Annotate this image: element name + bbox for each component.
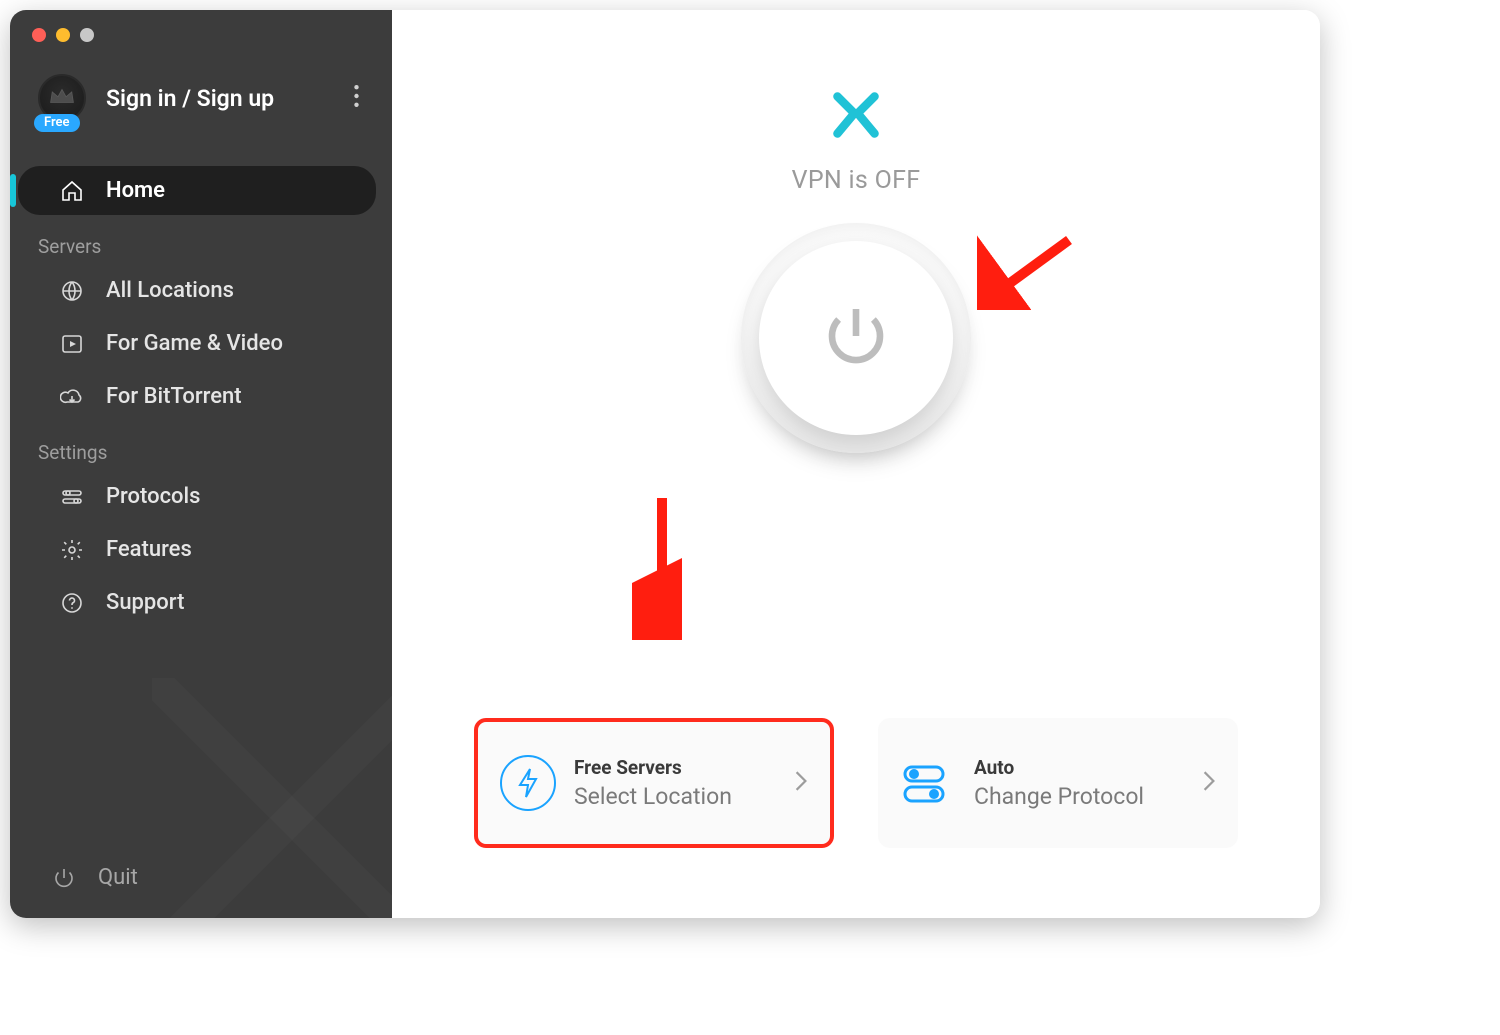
sidebar-nav: Home Servers All Locations For Game & Vi…	[10, 164, 392, 629]
power-icon	[50, 866, 78, 890]
annotation-arrow-icon	[977, 232, 1077, 310]
home-icon	[58, 179, 86, 203]
maximize-window-button[interactable]	[80, 28, 94, 42]
sliders-icon	[58, 485, 86, 509]
sidebar-item-features[interactable]: Features	[18, 525, 376, 574]
sidebar-item-label: Home	[106, 178, 165, 203]
close-window-button[interactable]	[32, 28, 46, 42]
servers-card-title: Free Servers	[574, 756, 788, 779]
toggles-icon	[900, 755, 956, 811]
protocol-card-subtitle: Change Protocol	[974, 783, 1196, 810]
main-panel: VPN is OFF	[392, 10, 1320, 918]
servers-section-label: Servers	[10, 217, 392, 264]
sidebar-item-label: Features	[106, 537, 192, 562]
select-location-card[interactable]: Free Servers Select Location	[474, 718, 834, 848]
power-button-wrap	[741, 223, 971, 453]
chevron-right-icon	[794, 770, 808, 796]
free-badge: Free	[34, 114, 80, 132]
servers-card-subtitle: Select Location	[574, 783, 788, 810]
sidebar-item-label: All Locations	[106, 278, 234, 303]
chevron-right-icon	[1202, 770, 1216, 796]
app-window: Free Sign in / Sign up Home Servers	[10, 10, 1320, 918]
power-toggle-button[interactable]	[759, 241, 953, 435]
power-icon	[820, 300, 892, 376]
window-controls	[10, 10, 392, 52]
bolt-icon	[500, 755, 556, 811]
sidebar-item-all-locations[interactable]: All Locations	[18, 266, 376, 315]
kebab-icon	[354, 85, 359, 112]
quit-button[interactable]: Quit	[10, 849, 392, 918]
settings-section-label: Settings	[10, 423, 392, 470]
gear-icon	[58, 538, 86, 562]
sidebar-item-protocols[interactable]: Protocols	[18, 472, 376, 521]
more-menu-button[interactable]	[340, 82, 372, 114]
quit-label: Quit	[98, 865, 138, 890]
vpn-status-text: VPN is OFF	[792, 166, 921, 195]
sidebar-item-label: Protocols	[106, 484, 200, 509]
change-protocol-card[interactable]: Auto Change Protocol	[878, 718, 1238, 848]
annotation-arrow-icon	[632, 490, 692, 640]
help-icon	[58, 591, 86, 615]
account-row[interactable]: Free Sign in / Sign up	[10, 52, 392, 134]
sidebar-item-label: For BitTorrent	[106, 384, 242, 409]
app-logo-icon	[829, 88, 883, 142]
sidebar-item-label: For Game & Video	[106, 331, 283, 356]
sidebar-item-home[interactable]: Home	[18, 166, 376, 215]
crown-icon	[49, 86, 75, 110]
sidebar-item-game-video[interactable]: For Game & Video	[18, 319, 376, 368]
play-box-icon	[58, 332, 86, 356]
minimize-window-button[interactable]	[56, 28, 70, 42]
sidebar-item-support[interactable]: Support	[18, 578, 376, 627]
cards-row: Free Servers Select Location	[392, 718, 1320, 848]
cloud-download-icon	[58, 385, 86, 409]
avatar-wrap: Free	[38, 74, 92, 122]
globe-icon	[58, 279, 86, 303]
sign-in-label: Sign in / Sign up	[106, 85, 340, 112]
protocol-card-title: Auto	[974, 756, 1196, 779]
sidebar-item-bittorrent[interactable]: For BitTorrent	[18, 372, 376, 421]
sidebar: Free Sign in / Sign up Home Servers	[10, 10, 392, 918]
sidebar-item-label: Support	[106, 590, 184, 615]
